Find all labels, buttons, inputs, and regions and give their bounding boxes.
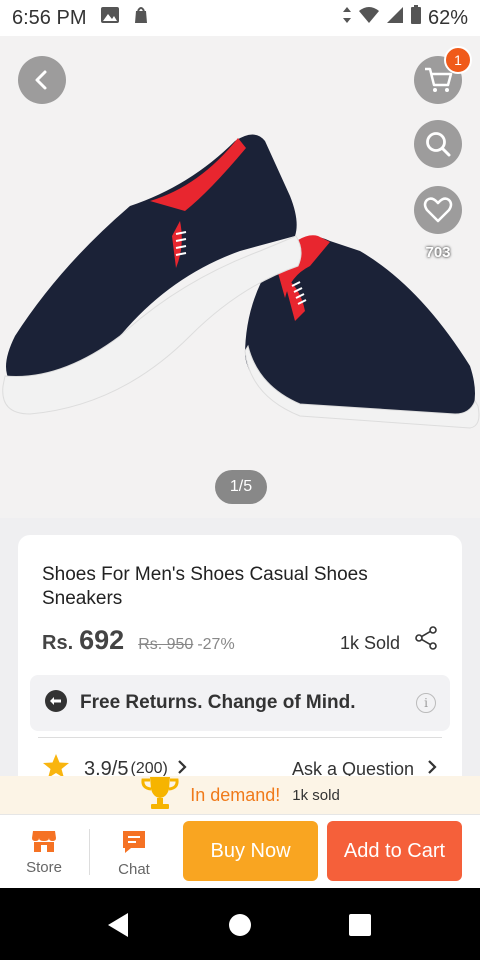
product-image	[2, 134, 480, 429]
price-row: Rs. 692 Rs. 950 -27% 1k Sold	[42, 625, 438, 656]
original-price: Rs. 950	[138, 636, 194, 653]
back-button[interactable]	[18, 56, 66, 104]
battery-percent: 62%	[427, 6, 468, 29]
info-icon[interactable]: i	[416, 693, 436, 713]
wishlist-count: 703	[425, 244, 451, 261]
in-demand-banner: In demand! 1k sold	[0, 776, 480, 814]
search-button[interactable]	[414, 120, 462, 168]
free-returns-banner[interactable]: Free Returns. Change of Mind. i	[30, 675, 450, 731]
wishlist-button[interactable]	[414, 186, 462, 234]
nav-separator	[89, 829, 90, 875]
product-title: Shoes For Men's Shoes Casual Shoes Sneak…	[42, 564, 368, 609]
store-label: Store	[26, 859, 62, 876]
divider	[38, 737, 442, 738]
nav-recents-icon[interactable]	[349, 914, 371, 941]
in-demand-label: In demand!	[190, 784, 281, 805]
bottom-action-bar: Store Chat Buy Now Add to Cart	[0, 814, 480, 888]
search-icon	[426, 132, 451, 157]
discount-badge: -27%	[197, 636, 235, 653]
nav-home-icon[interactable]	[228, 913, 252, 942]
chat-label: Chat	[118, 861, 150, 878]
free-returns-text: Free Returns. Change of Mind.	[80, 692, 356, 713]
cell-signal-icon	[386, 6, 404, 30]
product-info-card: Shoes For Men's Shoes Casual Shoes Sneak…	[18, 535, 462, 795]
cart-badge: 1	[444, 46, 472, 74]
chevron-left-icon	[35, 70, 47, 90]
image-page-indicator: 1/5	[215, 470, 267, 504]
buy-now-button[interactable]: Buy Now	[183, 821, 318, 881]
status-bar: 6:56 PM 62%	[0, 0, 480, 36]
price-value: 692	[79, 625, 125, 655]
status-time: 6:56 PM	[12, 6, 87, 29]
heart-icon	[423, 197, 453, 223]
trophy-icon	[140, 775, 180, 816]
demand-sold-count: 1k sold	[292, 786, 340, 804]
battery-icon	[410, 5, 422, 31]
system-navigation-bar	[0, 888, 480, 960]
store-button[interactable]: Store	[14, 829, 74, 876]
return-icon	[44, 689, 68, 718]
nav-back-icon[interactable]	[106, 912, 130, 943]
data-arrows-icon	[342, 6, 352, 30]
sold-count: 1k Sold	[339, 633, 400, 653]
wifi-icon	[358, 6, 380, 30]
chat-icon	[123, 831, 145, 853]
gallery-notification-icon	[100, 6, 120, 30]
product-image-gallery[interactable]: 1 703 1/5	[0, 36, 480, 518]
share-icon[interactable]	[414, 626, 438, 655]
price-currency: Rs.	[42, 632, 74, 654]
app-notification-icon	[132, 5, 150, 31]
chat-button[interactable]: Chat	[104, 829, 164, 878]
add-to-cart-button[interactable]: Add to Cart	[327, 821, 462, 881]
store-icon	[32, 831, 56, 852]
